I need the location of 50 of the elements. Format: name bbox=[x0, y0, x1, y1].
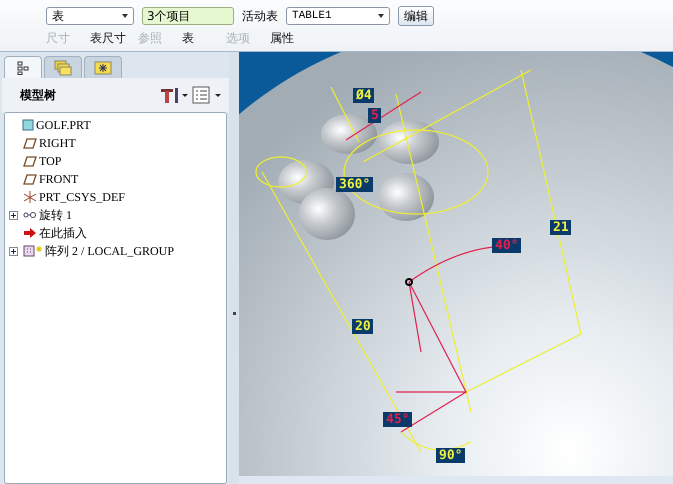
plane-icon bbox=[23, 173, 37, 185]
coordinate-system-icon bbox=[23, 190, 37, 204]
dimension-value[interactable]: Ø4 bbox=[356, 88, 372, 103]
dimension-label-background bbox=[550, 220, 571, 235]
revolve-icon bbox=[23, 209, 37, 221]
tree-item[interactable]: 旋转 1 bbox=[39, 206, 72, 224]
dimension-label-background bbox=[336, 177, 373, 192]
plane-icon bbox=[23, 155, 37, 167]
plane-icon bbox=[23, 137, 37, 149]
model-viewport[interactable]: Ø4 5 360° 21 40° 20 45° 90° bbox=[239, 52, 673, 484]
caret-icon bbox=[122, 14, 128, 18]
dimension-label-background bbox=[353, 88, 374, 103]
tree-item[interactable]: GOLF.PRT bbox=[36, 118, 91, 132]
ribbon-tab[interactable]: 表尺寸 bbox=[90, 30, 134, 47]
arrow-icon bbox=[23, 227, 37, 239]
tree-item[interactable]: 在此插入 bbox=[39, 224, 87, 242]
folders-icon bbox=[54, 60, 72, 76]
tree-item[interactable]: RIGHT bbox=[39, 136, 76, 150]
pattern-icon bbox=[23, 245, 43, 257]
expand-icon[interactable] bbox=[9, 246, 18, 256]
edit-button[interactable]: 编辑 bbox=[398, 6, 434, 26]
caret-icon bbox=[378, 14, 384, 18]
dimension-label-background bbox=[383, 412, 412, 427]
navigator-tab[interactable] bbox=[4, 56, 42, 78]
tree-item[interactable]: TOP bbox=[39, 154, 62, 168]
item-count-field[interactable]: 3个项目 bbox=[142, 7, 234, 25]
tree-item[interactable]: 阵列 2 / LOCAL_GROUP bbox=[45, 242, 174, 260]
dimension-label-background bbox=[436, 448, 465, 463]
navigator-tab[interactable] bbox=[84, 56, 122, 78]
dimension-value[interactable]: 20 bbox=[355, 319, 371, 334]
model-tree-title: 模型树 bbox=[20, 86, 56, 104]
tree-icon bbox=[17, 60, 29, 74]
ribbon-tab[interactable]: 属性 bbox=[270, 30, 310, 47]
dimension-value[interactable]: 90° bbox=[439, 448, 462, 463]
dimension-label-background bbox=[368, 108, 381, 123]
part-icon bbox=[22, 119, 34, 131]
splitter-handle-icon[interactable] bbox=[232, 312, 236, 314]
tree-item[interactable]: PRT_CSYS_DEF bbox=[39, 190, 125, 204]
dimension-label-background bbox=[352, 319, 373, 334]
dimension-label-background bbox=[492, 238, 521, 253]
dimension-value[interactable]: 21 bbox=[553, 220, 569, 235]
active-table-label: 活动表 bbox=[242, 8, 278, 24]
active-table-dropdown[interactable]: TABLE1 bbox=[286, 7, 390, 25]
expand-icon[interactable] bbox=[9, 210, 18, 220]
tree-item[interactable]: FRONT bbox=[39, 172, 78, 186]
dimension-value[interactable]: 360° bbox=[339, 177, 370, 192]
list-icon[interactable] bbox=[191, 86, 223, 104]
settings-icon[interactable] bbox=[159, 86, 189, 104]
type-dropdown[interactable]: 表 bbox=[46, 7, 134, 25]
ribbon-tab[interactable]: 表 bbox=[182, 30, 222, 47]
